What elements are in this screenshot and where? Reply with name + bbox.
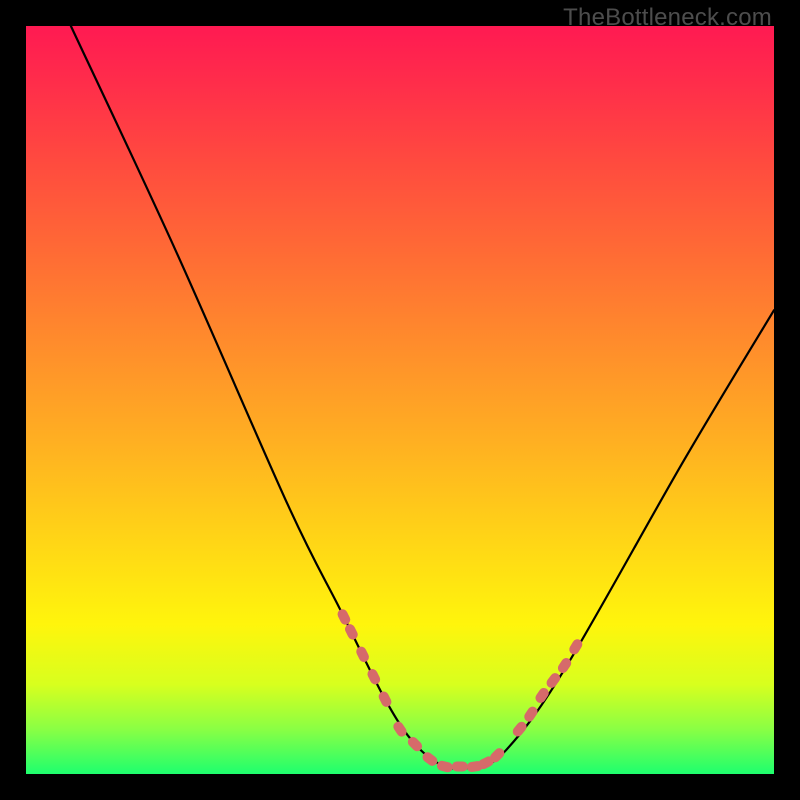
highlight-dots-group	[336, 608, 584, 774]
highlight-dot	[452, 762, 468, 772]
highlight-dot	[391, 720, 408, 739]
bottleneck-curve	[71, 26, 774, 769]
highlight-dot	[343, 622, 359, 641]
highlight-dot	[366, 667, 382, 686]
highlight-dot	[436, 760, 454, 774]
chart-svg	[26, 26, 774, 774]
highlight-dot	[511, 720, 529, 739]
highlight-dot	[545, 671, 563, 690]
highlight-dot	[522, 705, 539, 724]
chart-frame: TheBottleneck.com	[0, 0, 800, 800]
plot-area	[26, 26, 774, 774]
highlight-dot	[377, 690, 393, 709]
watermark-text: TheBottleneck.com	[563, 4, 772, 32]
highlight-dot	[336, 608, 352, 627]
highlight-dot	[355, 645, 371, 664]
